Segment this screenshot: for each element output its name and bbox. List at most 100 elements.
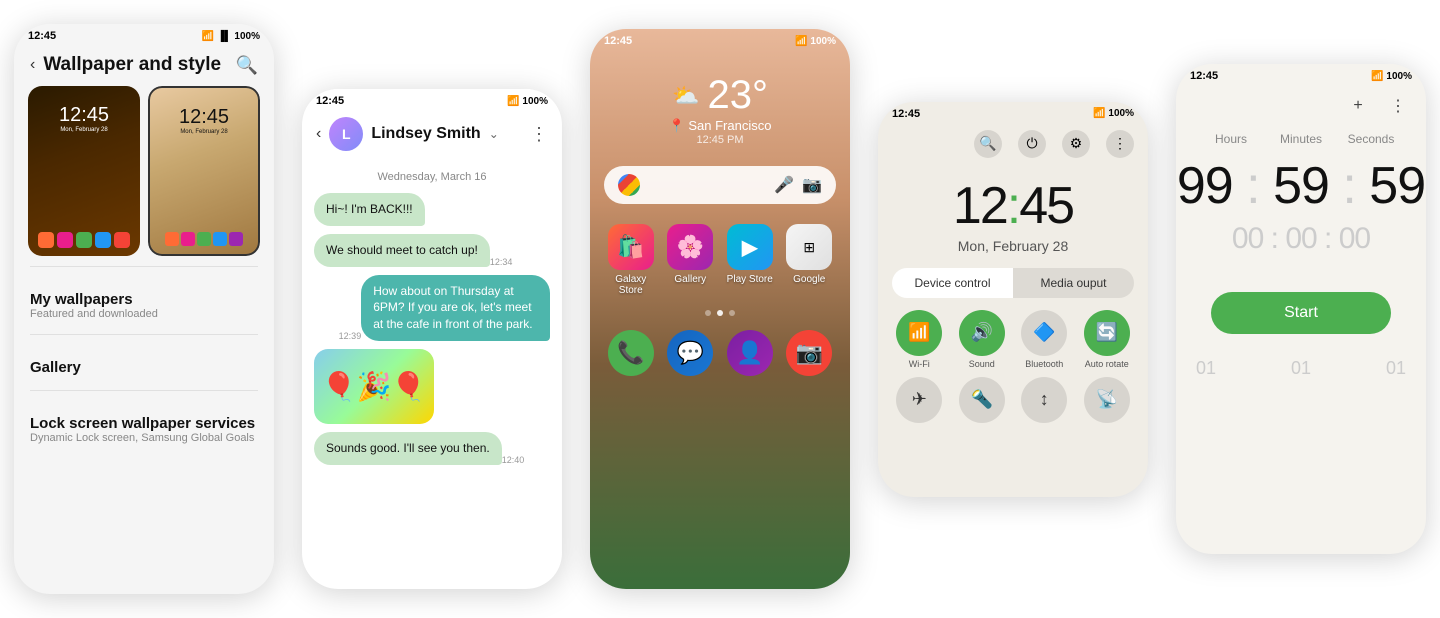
status-time-2: 12:45 <box>316 95 344 107</box>
status-icons-5: 📶 100% <box>1371 71 1412 82</box>
phone-messages: 12:45 📶 100% ‹ L Lindsey Smith ⌄ ⋮ Wedne… <box>302 89 562 589</box>
chevron-down-icon[interactable]: ⌄ <box>489 127 499 141</box>
battery-4: 100% <box>1108 108 1134 119</box>
gallery-title: Gallery <box>30 359 258 376</box>
gallery-section[interactable]: Gallery <box>14 345 274 380</box>
panel-clock: 12:45 Mon, February 28 <box>878 166 1148 258</box>
status-bar-1: 12:45 📶 ▐▌ 100% <box>14 24 274 48</box>
lock-screen-sub: Dynamic Lock screen, Samsung Global Goal… <box>30 432 258 444</box>
wallpaper-thumb-dark[interactable]: 12:45 Mon, February 28 <box>28 86 140 256</box>
panel-tabs: Device control Media ouput <box>892 268 1134 298</box>
tab-media-output[interactable]: Media ouput <box>1013 268 1134 298</box>
clock-date: Mon, February 28 <box>878 238 1148 254</box>
more-icon[interactable]: ⋮ <box>530 124 548 145</box>
quick-flashlight[interactable]: 🔦 <box>955 377 1010 423</box>
airplane-quick-btn[interactable]: ✈ <box>896 377 942 423</box>
wifi-icon-5: 📶 <box>1371 71 1383 82</box>
back-icon[interactable]: ‹ <box>30 56 35 74</box>
google-label: Google <box>793 274 825 285</box>
lap-1-hours: 01 <box>1196 358 1216 379</box>
google-logo <box>618 174 640 196</box>
search-panel-icon[interactable]: 🔍 <box>974 130 1002 158</box>
col-hours-label: Hours <box>1196 132 1266 146</box>
start-button[interactable]: Start <box>1211 292 1391 334</box>
dock-item-phone[interactable]: 📞 <box>606 330 656 376</box>
dock-item-messages[interactable]: 💬 <box>666 330 716 376</box>
lock-screen-section[interactable]: Lock screen wallpaper services Dynamic L… <box>14 401 274 448</box>
nfc-quick-btn[interactable]: ↕ <box>1021 377 1067 423</box>
message-4: 🎈🎉🎈 <box>314 349 550 424</box>
mic-icon[interactable]: 🎤 <box>774 175 794 195</box>
my-wallpapers-section[interactable]: My wallpapers Featured and downloaded <box>14 277 274 324</box>
status-bar-5: 12:45 📶 100% <box>1176 64 1426 88</box>
dot-3 <box>729 310 735 316</box>
divider-3 <box>30 390 258 391</box>
galaxy-store-icon: 🛍️ <box>608 224 654 270</box>
balloon-emoji: 🎈🎉🎈 <box>322 370 427 403</box>
quick-wifi[interactable]: 📶 Wi-Fi <box>892 310 947 369</box>
auto-rotate-quick-btn[interactable]: 🔄 <box>1084 310 1130 356</box>
quick-nfc[interactable]: ↕ <box>1017 377 1072 423</box>
more-toolbar-icon[interactable]: ⋮ <box>1384 92 1412 120</box>
more-panel-icon[interactable]: ⋮ <box>1106 130 1134 158</box>
app-item-galaxy-store[interactable]: 🛍️ Galaxy Store <box>606 224 656 296</box>
lens-icon[interactable]: 📷 <box>802 175 822 195</box>
sw-hours: 99 <box>1177 157 1233 215</box>
sound-quick-btn[interactable]: 🔊 <box>959 310 1005 356</box>
wallpaper-thumb-light[interactable]: 12:45 Mon, February 28 <box>148 86 260 256</box>
status-time-3: 12:45 <box>604 35 632 47</box>
wallpaper-header: ‹ Wallpaper and style 🔍 <box>14 48 274 86</box>
panel-action-icons: 🔍 ⏻ ⚙ ⋮ <box>878 126 1148 166</box>
stopwatch-main-display: 99 : 59 : 59 <box>1176 150 1426 222</box>
wifi-icon-2: 📶 <box>507 96 519 107</box>
dock-item-contacts[interactable]: 👤 <box>725 330 775 376</box>
message-2: We should meet to catch up! 12:34 <box>314 234 550 267</box>
status-time-4: 12:45 <box>892 108 920 120</box>
phone-home-screen: 12:45 📶 100% ⛅ 23° 📍 San Francisco 12:45… <box>590 29 850 589</box>
add-toolbar-icon[interactable]: + <box>1344 92 1372 120</box>
sw-sec-seconds: 00 <box>1339 222 1370 255</box>
status-bar-3: 12:45 📶 100% <box>590 29 850 53</box>
time-3: 12:39 <box>339 331 362 341</box>
power-icon[interactable]: ⏻ <box>1018 130 1046 158</box>
dock-item-camera[interactable]: 📷 <box>785 330 835 376</box>
app-item-gallery[interactable]: 🌸 Gallery <box>666 224 716 296</box>
app-dock: 📞 💬 👤 📷 <box>590 320 850 386</box>
camera-app-icon: 📷 <box>786 330 832 376</box>
quick-bluetooth[interactable]: 🔷 Bluetooth <box>1017 310 1072 369</box>
message-5: Sounds good. I'll see you then. 12:40 <box>314 432 550 465</box>
tab-device-control[interactable]: Device control <box>892 268 1013 298</box>
flashlight-quick-btn[interactable]: 🔦 <box>959 377 1005 423</box>
phone-quick-panel: 12:45 📶 100% 🔍 ⏻ ⚙ ⋮ 12:45 Mon, February… <box>878 102 1148 497</box>
settings-icon[interactable]: ⚙ <box>1062 130 1090 158</box>
back-icon-2[interactable]: ‹ <box>316 125 321 143</box>
clock-colon: : <box>1007 177 1019 235</box>
quick-settings-grid: 📶 Wi-Fi 🔊 Sound 🔷 Bluetooth 🔄 Auto rotat… <box>878 306 1148 427</box>
sw-sec-colon-1: : <box>1271 222 1286 255</box>
google-search-bar[interactable]: 🎤 📷 <box>604 166 836 204</box>
my-wallpapers-title: My wallpapers <box>30 291 258 308</box>
clock-minutes: 45 <box>1019 177 1073 235</box>
app-item-play-store[interactable]: ▶ Play Store <box>725 224 775 296</box>
page-dots <box>590 306 850 320</box>
news-quick-btn[interactable]: 📡 <box>1084 377 1130 423</box>
bubble-text-3: How about on Thursday at 6PM? If you are… <box>361 275 550 341</box>
bluetooth-quick-btn[interactable]: 🔷 <box>1021 310 1067 356</box>
contact-info[interactable]: ‹ L Lindsey Smith ⌄ <box>316 117 499 151</box>
messages-header: ‹ L Lindsey Smith ⌄ ⋮ <box>302 113 562 159</box>
app-item-google[interactable]: ⊞ Google <box>785 224 835 296</box>
dot-1 <box>705 310 711 316</box>
quick-airplane[interactable]: ✈ <box>892 377 947 423</box>
chat-date: Wednesday, March 16 <box>314 171 550 183</box>
bubble-text-1: Hi~! I'm BACK!!! <box>314 193 425 226</box>
sound-quick-label: Sound <box>969 359 995 369</box>
wifi-quick-btn[interactable]: 📶 <box>896 310 942 356</box>
quick-news[interactable]: 📡 <box>1080 377 1135 423</box>
search-icon[interactable]: 🔍 <box>236 55 258 76</box>
messages-app-icon: 💬 <box>667 330 713 376</box>
message-1: Hi~! I'm BACK!!! <box>314 193 550 226</box>
play-store-label: Play Store <box>727 274 773 285</box>
quick-sound[interactable]: 🔊 Sound <box>955 310 1010 369</box>
quick-auto-rotate[interactable]: 🔄 Auto rotate <box>1080 310 1135 369</box>
chat-area: Wednesday, March 16 Hi~! I'm BACK!!! We … <box>302 159 562 479</box>
